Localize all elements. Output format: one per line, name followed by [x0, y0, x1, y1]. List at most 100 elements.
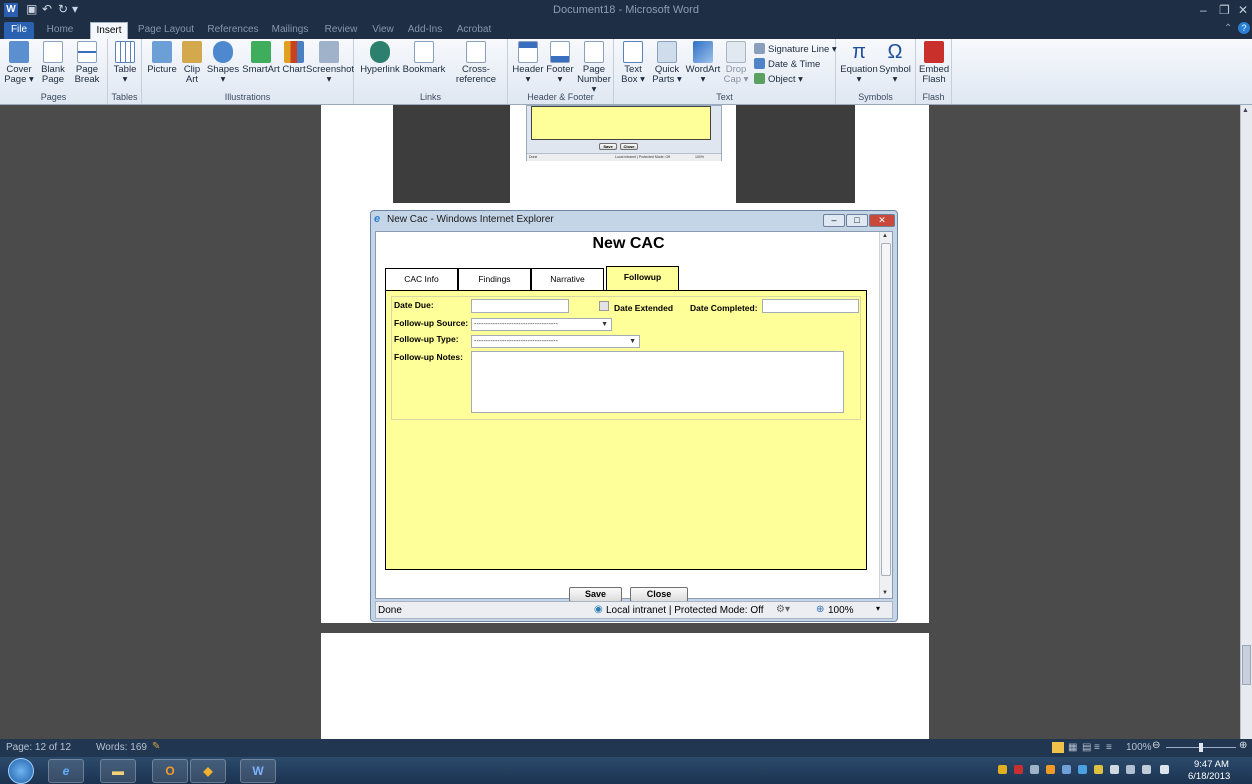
zoom-slider-thumb[interactable] — [1199, 743, 1203, 752]
restore-icon[interactable]: ❐ — [1219, 3, 1230, 17]
tray-volume-icon[interactable] — [1160, 765, 1169, 774]
followup-notes-textarea[interactable] — [471, 351, 844, 413]
start-button[interactable] — [8, 758, 34, 784]
ie-close-button[interactable]: ✕ — [869, 214, 895, 227]
header-button[interactable]: Header ▾ — [512, 41, 544, 85]
proofing-icon[interactable]: ✎ — [152, 741, 160, 752]
ie-minimize-button[interactable]: – — [823, 214, 845, 227]
object-button[interactable]: Object ▾ — [754, 73, 803, 85]
tab-review[interactable]: Review — [320, 22, 362, 39]
taskbar-word-icon[interactable]: W — [240, 759, 276, 783]
tray-app-icon[interactable] — [1110, 765, 1119, 774]
scroll-down-icon[interactable]: ▼ — [882, 590, 888, 596]
date-extended-checkbox[interactable] — [599, 301, 609, 311]
document-page-next[interactable] — [321, 633, 929, 739]
tab-references[interactable]: References — [204, 22, 262, 39]
screenshot-button[interactable]: Screenshot ▾ — [306, 41, 354, 85]
tab-acrobat[interactable]: Acrobat — [452, 22, 496, 39]
taskbar-ie-icon[interactable]: e — [48, 759, 84, 783]
chevron-down-icon[interactable]: ▾ — [876, 604, 880, 613]
tray-sync-icon[interactable] — [1078, 765, 1087, 774]
ie-scroll-thumb[interactable] — [881, 243, 891, 576]
wordart-button[interactable]: WordArt ▾ — [684, 41, 722, 85]
followup-type-select[interactable]: ------------------------------------ ▼ — [471, 335, 640, 348]
tab-home[interactable]: Home — [38, 22, 82, 39]
word-count[interactable]: Words: 169 — [96, 742, 147, 753]
tab-file[interactable]: File — [4, 22, 34, 39]
tray-network-icon[interactable] — [1030, 765, 1039, 774]
tab-followup[interactable]: Followup — [606, 266, 679, 290]
view-print-layout-icon[interactable] — [1052, 742, 1064, 753]
tab-insert[interactable]: Insert — [90, 22, 128, 39]
embedded-image[interactable]: Save Close Done Local intranet | Protect… — [393, 105, 855, 203]
minimize-ribbon-icon[interactable]: ⌃ — [1224, 23, 1232, 34]
drop-cap-button[interactable]: Drop Cap ▾ — [722, 41, 750, 85]
zone-settings-icon[interactable]: ⚙▾ — [776, 604, 790, 615]
page-number-button[interactable]: Page Number ▾ — [576, 41, 612, 95]
chart-button[interactable]: Chart — [282, 41, 306, 75]
tray-outlook-icon[interactable] — [1046, 765, 1055, 774]
clock-date[interactable]: 6/18/2013 — [1188, 771, 1230, 782]
hyperlink-button[interactable]: Hyperlink — [358, 41, 402, 75]
text-box-button[interactable]: Text Box ▾ — [618, 41, 648, 85]
followup-source-select[interactable]: ------------------------------------ ▼ — [471, 318, 612, 331]
bookmark-button[interactable]: Bookmark — [402, 41, 446, 75]
date-due-input[interactable] — [471, 299, 569, 313]
cover-page-button[interactable]: Cover Page ▾ — [4, 41, 34, 85]
tray-wifi-icon[interactable] — [1142, 765, 1151, 774]
smartart-button[interactable]: SmartArt — [240, 41, 282, 75]
clock-time[interactable]: 9:47 AM — [1194, 759, 1229, 770]
tray-device-icon[interactable] — [1126, 765, 1135, 774]
tab-page-layout[interactable]: Page Layout — [134, 22, 198, 39]
page-count[interactable]: Page: 12 of 12 — [6, 742, 71, 753]
embed-flash-button[interactable]: Embed Flash — [919, 41, 949, 85]
page-break-button[interactable]: Page Break — [72, 41, 102, 85]
signature-line-button[interactable]: Signature Line ▾ — [754, 43, 837, 55]
tab-cac-info[interactable]: CAC Info — [385, 268, 458, 290]
clip-art-button[interactable]: Clip Art — [180, 41, 204, 85]
view-full-screen-icon[interactable]: ▦ — [1068, 742, 1077, 753]
tray-shield-icon[interactable] — [998, 765, 1007, 774]
minimize-icon[interactable]: – — [1200, 3, 1207, 17]
zoom-level[interactable]: 100% — [1126, 742, 1152, 753]
ie-window[interactable]: e New Cac - Windows Internet Explorer – … — [370, 210, 898, 622]
tab-view[interactable]: View — [368, 22, 398, 39]
quick-parts-button[interactable]: Quick Parts ▾ — [650, 41, 684, 85]
date-completed-input[interactable] — [762, 299, 859, 313]
tab-mailings[interactable]: Mailings — [266, 22, 314, 39]
taskbar-outlook-icon[interactable]: O — [152, 759, 188, 783]
table-button[interactable]: Table ▾ — [110, 41, 140, 85]
tab-add-ins[interactable]: Add-Ins — [404, 22, 446, 39]
taskbar-explorer-icon[interactable]: ▬ — [100, 759, 136, 783]
view-web-icon[interactable]: ▤ — [1082, 742, 1091, 753]
shapes-button[interactable]: Shapes ▾ — [206, 41, 240, 85]
view-draft-icon[interactable]: ≡ — [1106, 742, 1112, 753]
view-outline-icon[interactable]: ≡ — [1094, 742, 1100, 753]
date-time-button[interactable]: Date & Time — [754, 58, 820, 70]
footer-button[interactable]: Footer ▾ — [544, 41, 576, 85]
cross-reference-button[interactable]: Cross-reference — [446, 41, 506, 85]
tab-narrative[interactable]: Narrative — [531, 268, 604, 290]
tray-antivirus-icon[interactable] — [1014, 765, 1023, 774]
tray-monitor-icon[interactable] — [1062, 765, 1071, 774]
scroll-thumb[interactable] — [1242, 645, 1251, 685]
status-zoom[interactable]: 100% — [828, 605, 854, 616]
picture-button[interactable]: Picture — [146, 41, 178, 75]
tab-findings[interactable]: Findings — [458, 268, 531, 290]
blank-page-button[interactable]: Blank Page — [38, 41, 68, 85]
ie-maximize-button[interactable]: □ — [846, 214, 868, 227]
save-button[interactable]: Save — [569, 587, 622, 602]
help-icon[interactable]: ? — [1238, 22, 1250, 34]
tray-chrome-icon[interactable] — [1094, 765, 1103, 774]
ie-vertical-scrollbar[interactable]: ▲ ▼ — [879, 232, 892, 598]
scroll-up-icon[interactable]: ▲ — [1242, 107, 1249, 114]
taskbar-app-icon[interactable]: ◆ — [190, 759, 226, 783]
close-icon[interactable]: ✕ — [1238, 3, 1248, 17]
zoom-in-icon[interactable]: ⊕ — [1239, 740, 1247, 751]
equation-button[interactable]: π Equation ▾ — [840, 41, 878, 85]
vertical-scrollbar[interactable]: ▲ — [1240, 105, 1252, 739]
scroll-up-icon[interactable]: ▲ — [882, 233, 888, 239]
close-button[interactable]: Close — [630, 587, 688, 602]
symbol-button[interactable]: Ω Symbol ▾ — [878, 41, 912, 85]
zoom-out-icon[interactable]: ⊖ — [1152, 740, 1160, 751]
